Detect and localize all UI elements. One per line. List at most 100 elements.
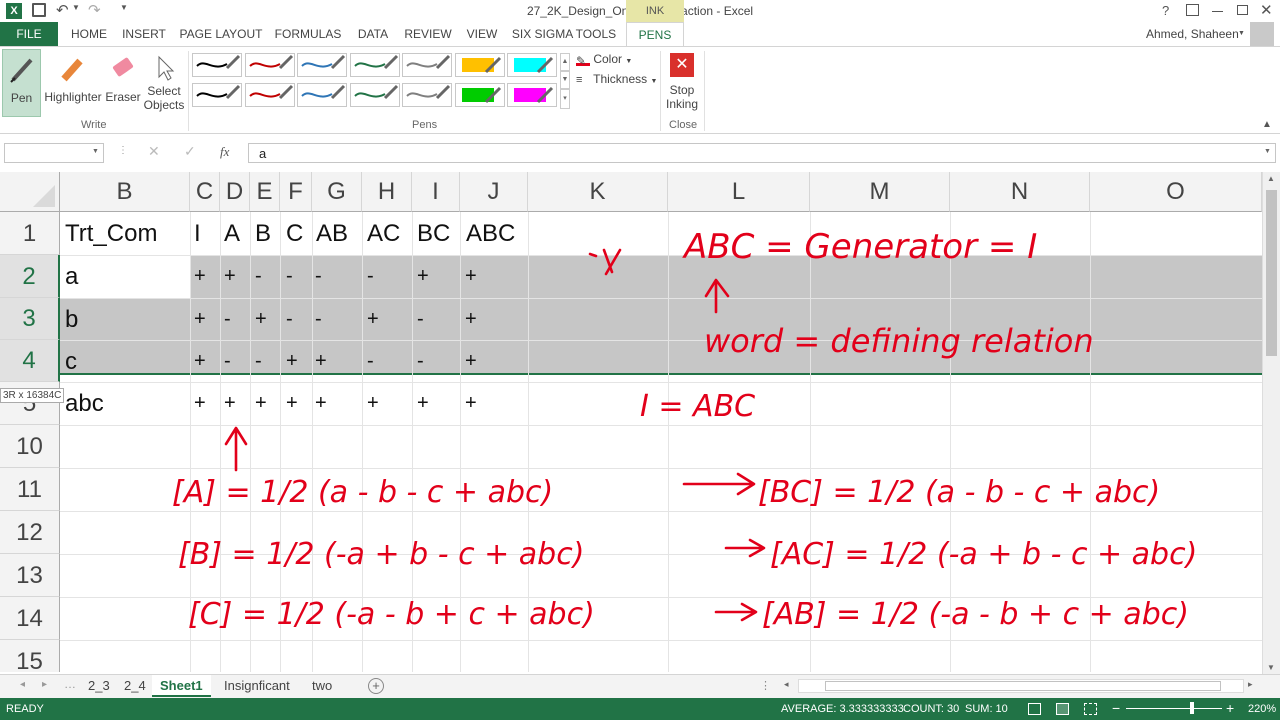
pen-swatch-icon bbox=[196, 54, 241, 70]
thickness-icon: ≡ bbox=[576, 74, 583, 86]
hscroll-thumb[interactable] bbox=[825, 681, 1221, 691]
tab-view[interactable]: VIEW bbox=[460, 22, 504, 46]
pen-swatch[interactable] bbox=[402, 53, 452, 77]
zoom-slider-thumb[interactable] bbox=[1190, 702, 1194, 714]
new-sheet-icon[interactable]: + bbox=[368, 678, 384, 694]
cursor-icon bbox=[158, 55, 175, 81]
formula-input[interactable]: a bbox=[248, 143, 1276, 163]
inking-label: Inking bbox=[665, 97, 699, 111]
tab-scroll-more-icon[interactable]: … bbox=[64, 677, 76, 691]
tab-data[interactable]: DATA bbox=[350, 22, 396, 46]
select-objects-button[interactable]: Select Objects bbox=[142, 49, 186, 117]
pen-swatch[interactable] bbox=[244, 83, 295, 107]
ribbon-display-options-icon[interactable] bbox=[1186, 4, 1199, 16]
zoom-level[interactable]: 220% bbox=[1248, 703, 1276, 715]
tab-file[interactable]: FILE bbox=[0, 22, 58, 46]
tab-pens[interactable]: PENS bbox=[626, 22, 684, 46]
gallery-down-icon[interactable]: ▼ bbox=[560, 71, 570, 89]
write-group-label: Write bbox=[81, 119, 107, 131]
minimize-icon[interactable] bbox=[1212, 11, 1223, 12]
eraser-button[interactable]: Eraser bbox=[104, 49, 142, 117]
confirm-entry-icon[interactable]: ✓ bbox=[184, 143, 196, 160]
pen-swatch[interactable] bbox=[192, 83, 242, 107]
formula-bar-grip-icon: ⋮ bbox=[118, 145, 128, 156]
close-window-icon[interactable]: ✕ bbox=[1260, 1, 1273, 19]
horizontal-scrollbar[interactable] bbox=[798, 679, 1244, 693]
scroll-up-icon[interactable]: ▲ bbox=[1267, 174, 1275, 183]
zoom-in-icon[interactable]: + bbox=[1226, 700, 1234, 716]
gallery-up-icon[interactable]: ▲ bbox=[560, 53, 570, 71]
select-label-1: Select bbox=[147, 84, 181, 98]
color-icon: ✎ bbox=[576, 54, 590, 68]
user-dropdown-icon[interactable]: ▼ bbox=[1238, 30, 1245, 37]
page-layout-view-icon[interactable] bbox=[1056, 703, 1069, 715]
tab-home[interactable]: HOME bbox=[64, 22, 114, 46]
tab-scroll-left-icon[interactable]: ◂ bbox=[20, 679, 25, 690]
pen-swatch-icon bbox=[248, 84, 293, 100]
page-break-view-icon[interactable] bbox=[1084, 703, 1097, 715]
worksheet-grid[interactable]: B C D E F G H I J K L M N O 1 2 3 4 5 10… bbox=[0, 172, 1262, 672]
sheet-tab-sheet1[interactable]: Sheet1 bbox=[152, 675, 211, 697]
pen-swatch[interactable] bbox=[297, 83, 347, 107]
pen-swatch-icon bbox=[248, 54, 293, 70]
ink-arrow-right-icon bbox=[724, 538, 766, 558]
pen-swatch[interactable] bbox=[349, 53, 400, 77]
pen-swatch[interactable] bbox=[507, 83, 557, 107]
pen-button[interactable]: Pen bbox=[2, 49, 41, 117]
normal-view-icon[interactable] bbox=[1028, 703, 1041, 715]
ink-line-generator: ABC = Generator = I bbox=[682, 227, 1037, 267]
pen-swatch[interactable] bbox=[507, 53, 557, 77]
expand-formula-bar-icon[interactable]: ▼ bbox=[1264, 148, 1271, 155]
vertical-scrollbar[interactable]: ▲ ▼ bbox=[1262, 172, 1280, 674]
hscroll-left-icon[interactable]: ◂ bbox=[784, 679, 789, 690]
divider bbox=[188, 51, 189, 131]
tab-scroll-right-icon[interactable]: ▸ bbox=[42, 679, 47, 690]
name-box-dropdown-icon[interactable]: ▼ bbox=[92, 148, 99, 155]
pen-swatch[interactable] bbox=[402, 83, 452, 107]
ink-arrow-stroke bbox=[588, 248, 622, 276]
name-box[interactable] bbox=[4, 143, 104, 163]
stop-inking-button[interactable]: ✕ Stop Inking bbox=[662, 51, 702, 117]
ink-eq-a: [A] = 1/2 (a - b - c + abc) bbox=[172, 475, 553, 510]
hscroll-grip-icon[interactable]: ⋮ bbox=[760, 679, 771, 692]
sheet-tab-two[interactable]: two bbox=[304, 675, 340, 697]
tab-formulas[interactable]: FORMULAS bbox=[270, 22, 346, 46]
scroll-thumb[interactable] bbox=[1266, 190, 1277, 356]
tab-insert[interactable]: INSERT bbox=[118, 22, 170, 46]
thickness-button[interactable]: ≡ Thickness ▼ bbox=[576, 72, 657, 90]
user-avatar[interactable] bbox=[1250, 22, 1274, 46]
collapse-ribbon-icon[interactable]: ▲ bbox=[1262, 119, 1272, 130]
sheet-tab-2-4[interactable]: 2_4 bbox=[116, 675, 154, 697]
gallery-more-icon[interactable]: ▾ bbox=[560, 89, 570, 109]
help-icon[interactable]: ? bbox=[1162, 3, 1169, 18]
ribbon-tabs: FILE HOME INSERT PAGE LAYOUT FORMULAS DA… bbox=[0, 22, 1280, 46]
pen-swatch[interactable] bbox=[454, 83, 505, 107]
tab-review[interactable]: REVIEW bbox=[400, 22, 456, 46]
restore-icon[interactable] bbox=[1237, 5, 1248, 15]
pen-swatch[interactable] bbox=[244, 53, 295, 77]
color-button[interactable]: ✎ Color ▼ bbox=[576, 52, 632, 70]
zoom-out-icon[interactable]: − bbox=[1112, 700, 1120, 716]
pen-label: Pen bbox=[10, 91, 33, 105]
user-name[interactable]: Ahmed, Shaheen bbox=[1146, 27, 1239, 41]
pen-swatch[interactable] bbox=[349, 83, 400, 107]
tab-page-layout[interactable]: PAGE LAYOUT bbox=[176, 22, 266, 46]
cancel-entry-icon[interactable]: ✕ bbox=[148, 143, 160, 160]
pen-swatch[interactable] bbox=[297, 53, 347, 77]
pen-swatch[interactable] bbox=[454, 53, 505, 77]
close-group-label: Close bbox=[669, 119, 698, 131]
status-count: COUNT: 30 bbox=[903, 703, 960, 715]
insert-function-icon[interactable]: fx bbox=[220, 144, 229, 160]
sheet-tab-insignficant[interactable]: Insignficant bbox=[216, 675, 298, 697]
pen-swatch-icon bbox=[353, 84, 398, 100]
sheet-tab-2-3[interactable]: 2_3 bbox=[80, 675, 118, 697]
zoom-slider[interactable] bbox=[1126, 702, 1222, 714]
pen-swatch[interactable] bbox=[192, 53, 242, 77]
hscroll-right-icon[interactable]: ▸ bbox=[1248, 679, 1253, 690]
tab-six-sigma-tools[interactable]: SIX SIGMA TOOLS bbox=[508, 22, 620, 46]
highlighter-swatch-icon bbox=[461, 56, 501, 74]
scroll-down-icon[interactable]: ▼ bbox=[1267, 663, 1275, 672]
thickness-label: Thickness bbox=[593, 72, 648, 86]
highlighter-button[interactable]: Highlighter bbox=[42, 49, 104, 117]
eraser-icon bbox=[112, 57, 134, 77]
